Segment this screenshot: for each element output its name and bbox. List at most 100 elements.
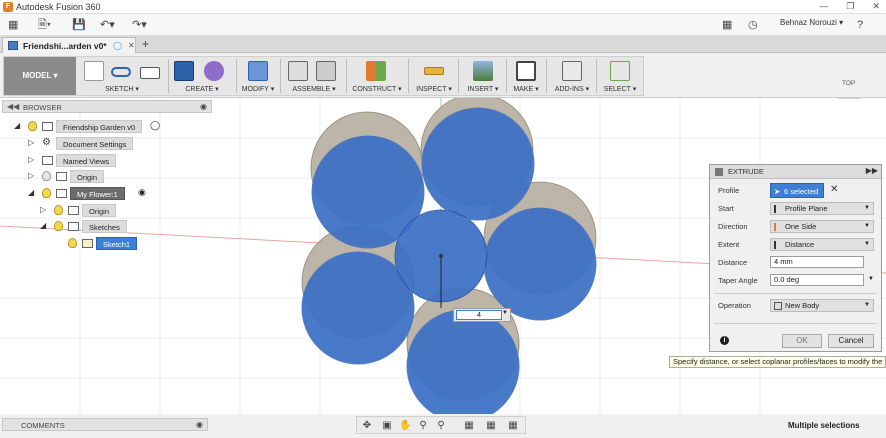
grid-settings-icon[interactable]: ▦ [485,420,497,432]
extent-select[interactable]: Distance ▼ [770,238,874,251]
save-icon[interactable]: 💾 [72,17,86,33]
distance-field[interactable]: 4 mm [770,256,864,268]
select-icon[interactable] [610,61,630,81]
redo-icon[interactable]: ↷▾ [132,17,147,33]
create-group[interactable]: CREATE ▾ [170,57,237,95]
profile-selection-button[interactable]: ➤ 6 selected [770,183,824,198]
info-icon[interactable]: i [720,336,729,345]
workspace-switcher[interactable]: MODEL ▾ [4,57,76,95]
construct-group[interactable]: CONSTRUCT ▾ [348,57,409,95]
comments-panel[interactable]: COMMENTS ◉ [2,418,208,431]
chevron-down-icon[interactable]: ▼ [502,310,508,316]
one-side-icon [774,223,782,231]
expand-icon[interactable]: ◢ [40,221,46,230]
extrude-icon[interactable] [174,61,194,81]
chevron-down-icon[interactable]: ▼ [868,276,874,282]
inspect-group[interactable]: INSPECT ▾ [412,57,459,95]
3d-print-icon[interactable] [516,61,536,81]
clear-selection-icon[interactable]: ✕ [830,184,838,195]
browser-item-document-settings[interactable]: ▷ ⚙ Document Settings [28,137,168,150]
extent-select-value: Distance [785,240,815,249]
look-at-icon[interactable]: ▣ [381,420,393,432]
user-account-menu[interactable]: Behnaz Norouzi ▾ [780,18,843,27]
assemble-group[interactable]: ASSEMBLE ▾ [284,57,347,95]
visibility-bulb-icon[interactable] [28,121,37,131]
taper-angle-field[interactable]: 0.0 deg [770,274,864,286]
grid-menu-icon[interactable]: ▦ [8,17,18,33]
pan-icon[interactable]: ✋ [399,420,411,432]
sketch-group[interactable]: SKETCH ▾ [78,57,169,95]
display-settings-icon[interactable]: ▦ [463,420,475,432]
cancel-button[interactable]: Cancel [828,334,874,348]
form-sphere-icon[interactable] [204,61,224,81]
document-tab[interactable]: Friendshi...arden v0* ◯ ✕ [2,37,136,53]
insert-menu-label: INSERT ▾ [467,86,499,93]
ok-button[interactable]: OK [782,334,822,348]
expand-icon[interactable]: ◢ [28,188,34,197]
minimize-icon[interactable]: — [819,1,828,12]
create-sketch-icon[interactable] [84,61,104,81]
visibility-bulb-icon[interactable] [54,221,63,231]
viewports-icon[interactable]: ▦ [507,420,519,432]
undo-icon[interactable]: ↶▾ [100,17,115,33]
extrude-dialog-header[interactable]: EXTRUDE ▶▶ [710,165,881,179]
start-select[interactable]: Profile Plane ▼ [770,202,874,215]
viewcube[interactable] [836,98,866,102]
taper-row: Taper Angle 0.0 deg ▼ [710,273,881,289]
inspect-menu-label: INSPECT ▾ [416,86,452,93]
clock-icon[interactable]: ◷ [748,17,758,33]
new-tab-button[interactable]: + [142,37,149,51]
pin-icon[interactable]: ◉ [200,102,207,111]
browser-item-sketches[interactable]: ◢ Sketches [40,220,180,233]
rectangle-icon[interactable] [140,67,160,79]
browser-item-origin[interactable]: ▷ Origin [28,170,168,183]
fusion-app-icon: F [3,2,13,12]
browser-root-node[interactable]: ◢ Friendship Garden v0 ◯ [14,120,174,133]
press-pull-icon[interactable] [248,61,268,81]
select-group[interactable]: SELECT ▾ [598,57,642,95]
visibility-bulb-icon[interactable] [68,238,77,248]
visibility-bulb-icon[interactable] [54,205,63,215]
measure-icon[interactable] [424,67,444,75]
close-icon[interactable]: ✕ [872,1,880,12]
make-group[interactable]: MAKE ▾ [508,57,547,95]
visibility-bulb-icon[interactable] [42,171,51,181]
file-icon[interactable]: 🗎▾ [38,17,51,33]
expand-icon[interactable]: ◢ [14,121,20,130]
browser-item-my-flower[interactable]: ◢ My Flower:1 ◉ [28,187,208,200]
browser-header[interactable]: ◀◀ BROWSER ◉ [2,100,212,113]
zoom-icon[interactable]: ⚲ [417,420,429,432]
maximize-icon[interactable]: ❐ [846,1,854,12]
expand-icon[interactable]: ▷ [28,138,34,147]
expand-icon[interactable]: ▷ [28,155,34,164]
operation-select[interactable]: New Body ▼ [770,299,874,312]
close-tab-icon[interactable]: ✕ [128,41,135,50]
modify-group[interactable]: MODIFY ▾ [238,57,281,95]
insert-group[interactable]: INSERT ▾ [462,57,507,95]
pin-icon[interactable]: ◉ [196,420,203,429]
new-component-icon[interactable] [288,61,308,81]
browser-item-named-views[interactable]: ▷ Named Views [28,154,168,167]
expand-icon[interactable]: ▷ [28,171,34,180]
active-radio-icon[interactable]: ◉ [138,187,146,198]
visibility-bulb-icon[interactable] [42,188,51,198]
notifications-icon[interactable]: ▦ [722,17,732,33]
joint-icon[interactable] [316,61,336,81]
direction-select[interactable]: One Side ▼ [770,220,874,233]
distance-manipulator-input[interactable]: 4 [456,310,502,320]
browser-item-origin-sub[interactable]: ▷ Origin [40,204,180,217]
fit-icon[interactable]: ⚲ [435,420,447,432]
browser-item-sketch1[interactable]: Sketch1 [54,237,194,250]
line-icon[interactable] [111,67,131,77]
offset-plane-icon[interactable] [366,61,386,81]
orbit-icon[interactable]: ✥ [361,420,373,432]
expand-icon[interactable]: ▷ [40,205,46,214]
addins-group[interactable]: ADD-INS ▾ [550,57,597,95]
expand-panel-icon[interactable]: ▶▶ [866,166,878,175]
distance-manipulator[interactable]: 4 ▼ [453,308,511,322]
insert-image-icon[interactable] [473,61,493,81]
scripts-addins-icon[interactable] [562,61,582,81]
collapse-icon[interactable]: ◀◀ [7,102,19,111]
help-icon[interactable]: ? [857,17,863,33]
active-radio-icon[interactable]: ◯ [150,120,160,131]
